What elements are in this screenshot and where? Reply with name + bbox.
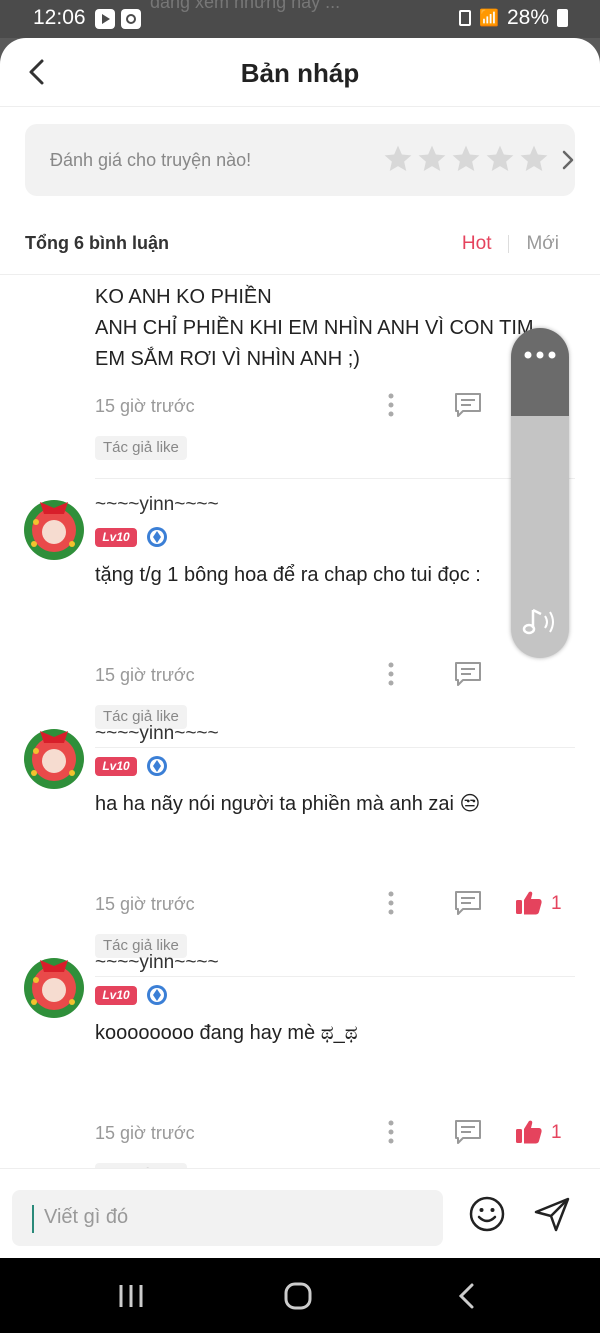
wifi-signal-icon: 📶	[479, 10, 499, 27]
status-bar: đang xem nhưng hãy ... 12:06 📶 28%	[0, 0, 600, 38]
reply-icon[interactable]	[453, 1118, 483, 1146]
rating-stars[interactable]	[382, 143, 550, 175]
system-nav-bar	[0, 1258, 600, 1333]
comments-sheet: Bản nháp Đánh giá cho truyện nào! Tổng 6…	[0, 38, 600, 1258]
input-placeholder: Viết gì đó	[44, 1206, 129, 1228]
comment-text: ha ha nãy nói người ta phiền mà anh zai …	[95, 793, 481, 815]
divider	[0, 274, 600, 275]
reply-icon[interactable]	[453, 660, 483, 688]
comment-input-bar: Viết gì đó	[0, 1168, 600, 1258]
star-icon[interactable]	[416, 143, 448, 175]
music-note-icon[interactable]	[521, 606, 559, 638]
comment-time: 15 giờ trước	[95, 396, 195, 416]
sort-divider	[508, 235, 510, 253]
reply-icon[interactable]	[453, 391, 483, 419]
rating-prompt: Đánh giá cho truyện nào!	[50, 150, 252, 170]
recent-apps-icon[interactable]	[117, 1283, 145, 1309]
chevron-right-icon[interactable]	[558, 148, 578, 172]
like-count: 1	[551, 893, 562, 914]
nav-back-icon[interactable]	[456, 1282, 476, 1310]
star-icon[interactable]	[382, 143, 414, 175]
rating-box[interactable]: Đánh giá cho truyện nào!	[25, 124, 575, 196]
username[interactable]: ~~~~yinn~~~~	[95, 952, 219, 974]
media-notification-icon	[95, 9, 115, 29]
thumbs-up-icon[interactable]	[515, 890, 543, 916]
more-options-icon[interactable]	[384, 1119, 398, 1145]
comment-count: Tổng 6 bình luận	[25, 233, 169, 253]
comment-time: 15 giờ trước	[95, 894, 195, 914]
sort-hot-button[interactable]: Hot	[462, 233, 492, 255]
status-time: 12:06	[33, 6, 86, 29]
app-notification-icon	[121, 9, 141, 29]
widget-handle[interactable]	[511, 328, 569, 416]
username[interactable]: ~~~~yinn~~~~	[95, 494, 219, 516]
more-options-icon[interactable]	[384, 392, 398, 418]
comment-text: koooooooo đang hay mè ಥ_ಥ	[95, 1022, 358, 1044]
floating-audio-widget[interactable]	[511, 328, 569, 658]
more-options-icon[interactable]	[384, 890, 398, 916]
comment-text-line: ANH CHỈ PHIỀN KHI EM NHÌN ANH VÌ CON TIM	[95, 317, 534, 339]
comment-divider	[95, 478, 575, 479]
level-badge: Lv10	[95, 986, 137, 1005]
sort-toggle: Hot Mới	[462, 233, 559, 255]
like-count: 1	[551, 1122, 562, 1143]
username[interactable]: ~~~~yinn~~~~	[95, 723, 219, 745]
user-avatar[interactable]	[22, 492, 86, 562]
emoji-icon[interactable]	[468, 1195, 506, 1233]
level-badge: Lv10	[95, 757, 137, 776]
vip-badge-icon	[147, 756, 167, 776]
reply-icon[interactable]	[453, 889, 483, 917]
comment-text-line: EM SẮM RƠI VÌ NHÌN ANH ;)	[95, 348, 360, 370]
more-options-icon[interactable]	[384, 661, 398, 687]
user-avatar[interactable]	[22, 721, 86, 791]
author-like-badge: Tác giả like	[95, 436, 187, 460]
send-icon[interactable]	[533, 1195, 571, 1233]
comment-text: KO ANH KO PHIỀN ANH CHỈ PHIỀN KHI EM NHÌ…	[95, 282, 560, 375]
home-icon[interactable]	[284, 1282, 312, 1310]
background-text: đang xem nhưng hãy ...	[150, 0, 341, 12]
comment-text: tặng t/g 1 bông hoa để ra chap cho tui đ…	[95, 564, 481, 586]
battery-icon	[557, 9, 568, 27]
sort-new-button[interactable]: Mới	[526, 233, 559, 255]
comment-input[interactable]: Viết gì đó	[12, 1190, 443, 1246]
comment-time: 15 giờ trước	[95, 665, 195, 685]
comment-divider	[95, 747, 575, 748]
page-title: Bản nháp	[240, 58, 360, 88]
star-icon[interactable]	[450, 143, 482, 175]
comment-text-line: KO ANH KO PHIỀN	[95, 286, 272, 308]
battery-level: 28%	[506, 6, 549, 29]
thumbs-up-icon[interactable]	[515, 1119, 543, 1145]
vip-badge-icon	[147, 985, 167, 1005]
more-horizontal-icon[interactable]	[523, 350, 557, 360]
status-right: 📶 28%	[459, 6, 568, 30]
text-cursor	[32, 1205, 34, 1233]
user-avatar[interactable]	[22, 950, 86, 1020]
level-badge: Lv10	[95, 528, 137, 547]
comment-time: 15 giờ trước	[95, 1123, 195, 1143]
comment-divider	[95, 976, 575, 977]
vip-badge-icon	[147, 527, 167, 547]
lock-icon	[459, 10, 472, 26]
star-icon[interactable]	[484, 143, 516, 175]
header: Bản nháp	[0, 38, 600, 107]
star-icon[interactable]	[518, 143, 550, 175]
